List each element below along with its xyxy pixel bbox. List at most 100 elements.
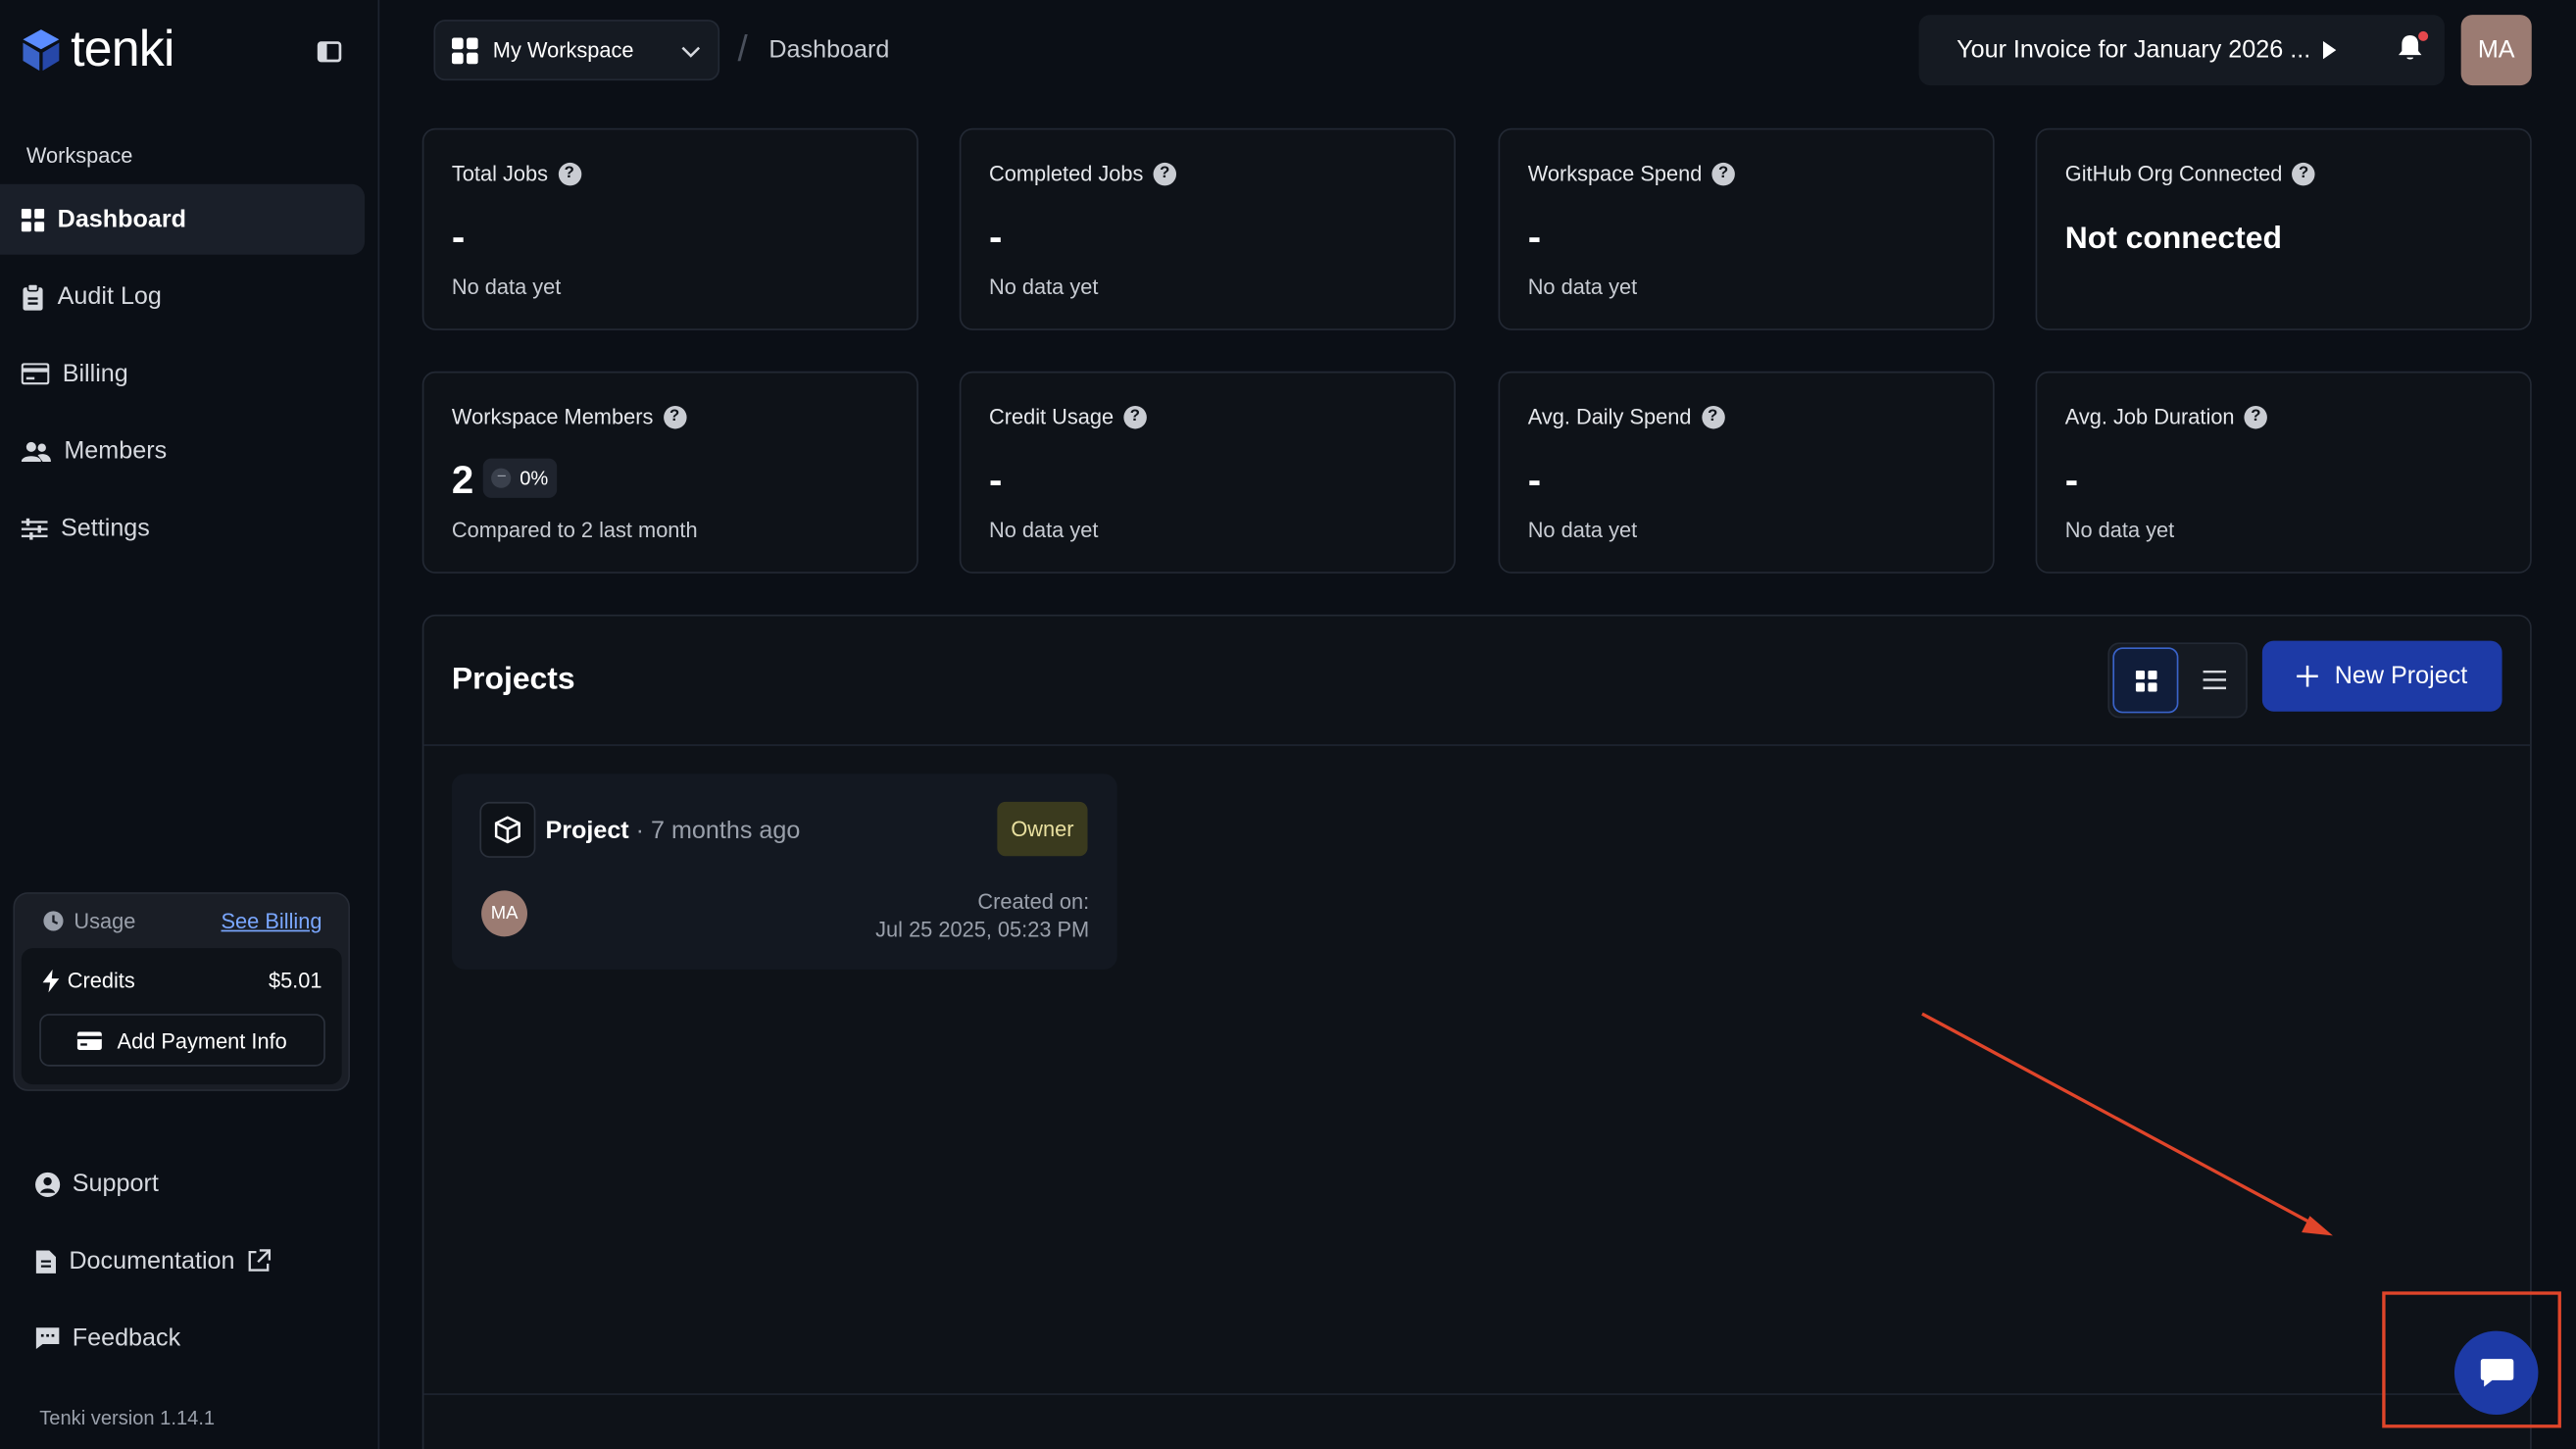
- created-info: Created on: Jul 25 2025, 05:23 PM: [875, 887, 1089, 943]
- divider: [423, 1393, 2531, 1395]
- stat-subtext: No data yet: [988, 274, 1099, 300]
- stat-title-group: Avg. Daily Spend?: [1528, 404, 1724, 428]
- new-project-button[interactable]: New Project: [2261, 640, 2502, 712]
- stat-title: Avg. Daily Spend: [1527, 404, 1692, 429]
- stat-card-workspace-spend: Workspace Spend? - No data yet: [1498, 127, 1995, 330]
- project-card[interactable]: Project · 7 months ago Owner MA Created …: [451, 774, 1117, 970]
- stat-title: Workspace Members: [451, 404, 654, 429]
- sidebar-item-label: Settings: [61, 514, 150, 543]
- users-icon: [21, 441, 51, 462]
- help-icon[interactable]: ?: [1701, 405, 1724, 428]
- stat-card-github-org: GitHub Org Connected? Not connected: [2035, 127, 2532, 330]
- sidebar-item-label: Billing: [62, 360, 128, 388]
- notification-dot: [2418, 30, 2429, 41]
- sidebar-item-documentation[interactable]: Documentation: [34, 1225, 271, 1296]
- grid-icon: [21, 208, 45, 231]
- list-view-button[interactable]: [2183, 647, 2246, 713]
- breadcrumb[interactable]: Dashboard: [768, 36, 889, 64]
- projects-title: Projects: [451, 662, 575, 697]
- stat-value: -: [988, 458, 1003, 503]
- add-payment-label: Add Payment Info: [117, 1027, 287, 1053]
- clipboard-icon: [23, 283, 43, 310]
- sidebar-item-support[interactable]: Support: [34, 1149, 271, 1220]
- see-billing-link[interactable]: See Billing: [222, 909, 322, 933]
- message-icon: [35, 1327, 60, 1350]
- stat-card-credit-usage: Credit Usage? - No data yet: [959, 371, 1456, 574]
- help-icon[interactable]: ?: [1123, 405, 1147, 428]
- sidebar-footer-nav: Support Documentation Feedback: [34, 1149, 271, 1380]
- stat-value: -: [1527, 458, 1542, 503]
- sidebar-item-dashboard[interactable]: Dashboard: [0, 183, 366, 255]
- add-payment-button[interactable]: Add Payment Info: [39, 1014, 325, 1067]
- credit-card-icon: [77, 1030, 103, 1050]
- stat-card-avg-daily-spend: Avg. Daily Spend? - No data yet: [1498, 371, 1995, 574]
- version-text: Tenki version 1.14.1: [39, 1406, 216, 1430]
- stat-subtext: Compared to 2 last month: [451, 517, 698, 543]
- workspace-selector[interactable]: My Workspace: [433, 20, 720, 81]
- usage-panel: Usage See Billing Credits $5.01 Add Paym…: [13, 892, 350, 1091]
- logo[interactable]: tenki: [18, 23, 174, 75]
- stat-title-group: Completed Jobs?: [989, 161, 1176, 185]
- chat-bubble-icon: [2479, 1358, 2513, 1386]
- project-name[interactable]: Project: [545, 817, 628, 844]
- stat-value: -: [451, 215, 466, 260]
- stat-title: Credit Usage: [988, 404, 1115, 429]
- avatar: MA: [481, 890, 528, 937]
- document-icon: [35, 1249, 56, 1274]
- help-icon[interactable]: ?: [1153, 162, 1176, 185]
- help-icon[interactable]: ?: [558, 162, 581, 185]
- breadcrumb-separator: /: [737, 27, 748, 70]
- invoice-banner[interactable]: Your Invoice for January 2026 ...: [1918, 15, 2445, 86]
- role-badge: Owner: [997, 801, 1088, 857]
- credit-card-icon: [21, 363, 50, 385]
- projects-panel: Projects New Project Project · 7 months …: [421, 614, 2532, 1449]
- sidebar-item-settings[interactable]: Settings: [0, 493, 365, 564]
- lifebuoy-icon: [35, 1172, 61, 1197]
- sidebar-item-audit-log[interactable]: Audit Log: [0, 261, 365, 331]
- stat-title: Completed Jobs: [988, 161, 1144, 186]
- stat-value-group: 2−0%: [452, 458, 557, 505]
- sidebar-item-billing[interactable]: Billing: [0, 338, 365, 409]
- stat-title-group: Workspace Members?: [452, 404, 686, 428]
- sidebar-item-label: Documentation: [69, 1247, 235, 1275]
- sidebar-item-label: Audit Log: [57, 282, 162, 311]
- sidebar-item-label: Feedback: [72, 1324, 181, 1353]
- stat-card-total-jobs: Total Jobs? - No data yet: [421, 127, 918, 330]
- help-icon[interactable]: ?: [2244, 405, 2268, 428]
- plus-icon: [2297, 665, 2318, 687]
- sidebar: tenki Workspace Dashboard Audit Log Bill…: [0, 0, 380, 1449]
- view-toggle: [2107, 642, 2248, 719]
- help-icon[interactable]: ?: [663, 405, 686, 428]
- stat-subtext: No data yet: [1527, 517, 1638, 543]
- created-label: Created on:: [977, 888, 1090, 914]
- usage-header: Usage: [43, 909, 135, 933]
- chat-widget-button[interactable]: [2453, 1330, 2539, 1416]
- invoice-text: Your Invoice for January 2026 ...: [1957, 35, 2311, 65]
- sidebar-item-members[interactable]: Members: [0, 416, 365, 486]
- stat-subtext: No data yet: [1527, 274, 1638, 300]
- project-time: · 7 months ago: [628, 816, 801, 845]
- help-icon[interactable]: ?: [2292, 162, 2315, 185]
- stat-value: -: [2064, 458, 2079, 503]
- user-avatar[interactable]: MA: [2460, 15, 2532, 86]
- grid-view-button[interactable]: [2112, 647, 2179, 714]
- sidebar-item-label: Support: [72, 1170, 159, 1198]
- sidebar-item-feedback[interactable]: Feedback: [34, 1303, 271, 1374]
- stat-card-avg-job-duration: Avg. Job Duration? - No data yet: [2035, 371, 2532, 574]
- section-label: Workspace: [25, 142, 133, 168]
- chevron-down-icon: [681, 46, 701, 58]
- tenki-logo-icon: [23, 29, 60, 72]
- minus-icon: −: [491, 468, 512, 488]
- cube-icon: [479, 801, 536, 858]
- stat-title-group: GitHub Org Connected?: [2065, 161, 2315, 185]
- stat-value: Not connected: [2064, 222, 2282, 257]
- new-project-label: New Project: [2334, 662, 2468, 690]
- stat-value: -: [1527, 215, 1542, 260]
- help-icon[interactable]: ?: [1711, 162, 1735, 185]
- notifications-button[interactable]: [2396, 30, 2429, 67]
- stat-title-group: Credit Usage?: [989, 404, 1147, 428]
- stat-card-workspace-members: Workspace Members? 2−0% Compared to 2 la…: [421, 371, 918, 574]
- sidebar-nav: Dashboard Audit Log Billing Members Sett…: [0, 183, 366, 571]
- stat-subtext: No data yet: [451, 274, 562, 300]
- sidebar-toggle-icon[interactable]: [312, 36, 345, 66]
